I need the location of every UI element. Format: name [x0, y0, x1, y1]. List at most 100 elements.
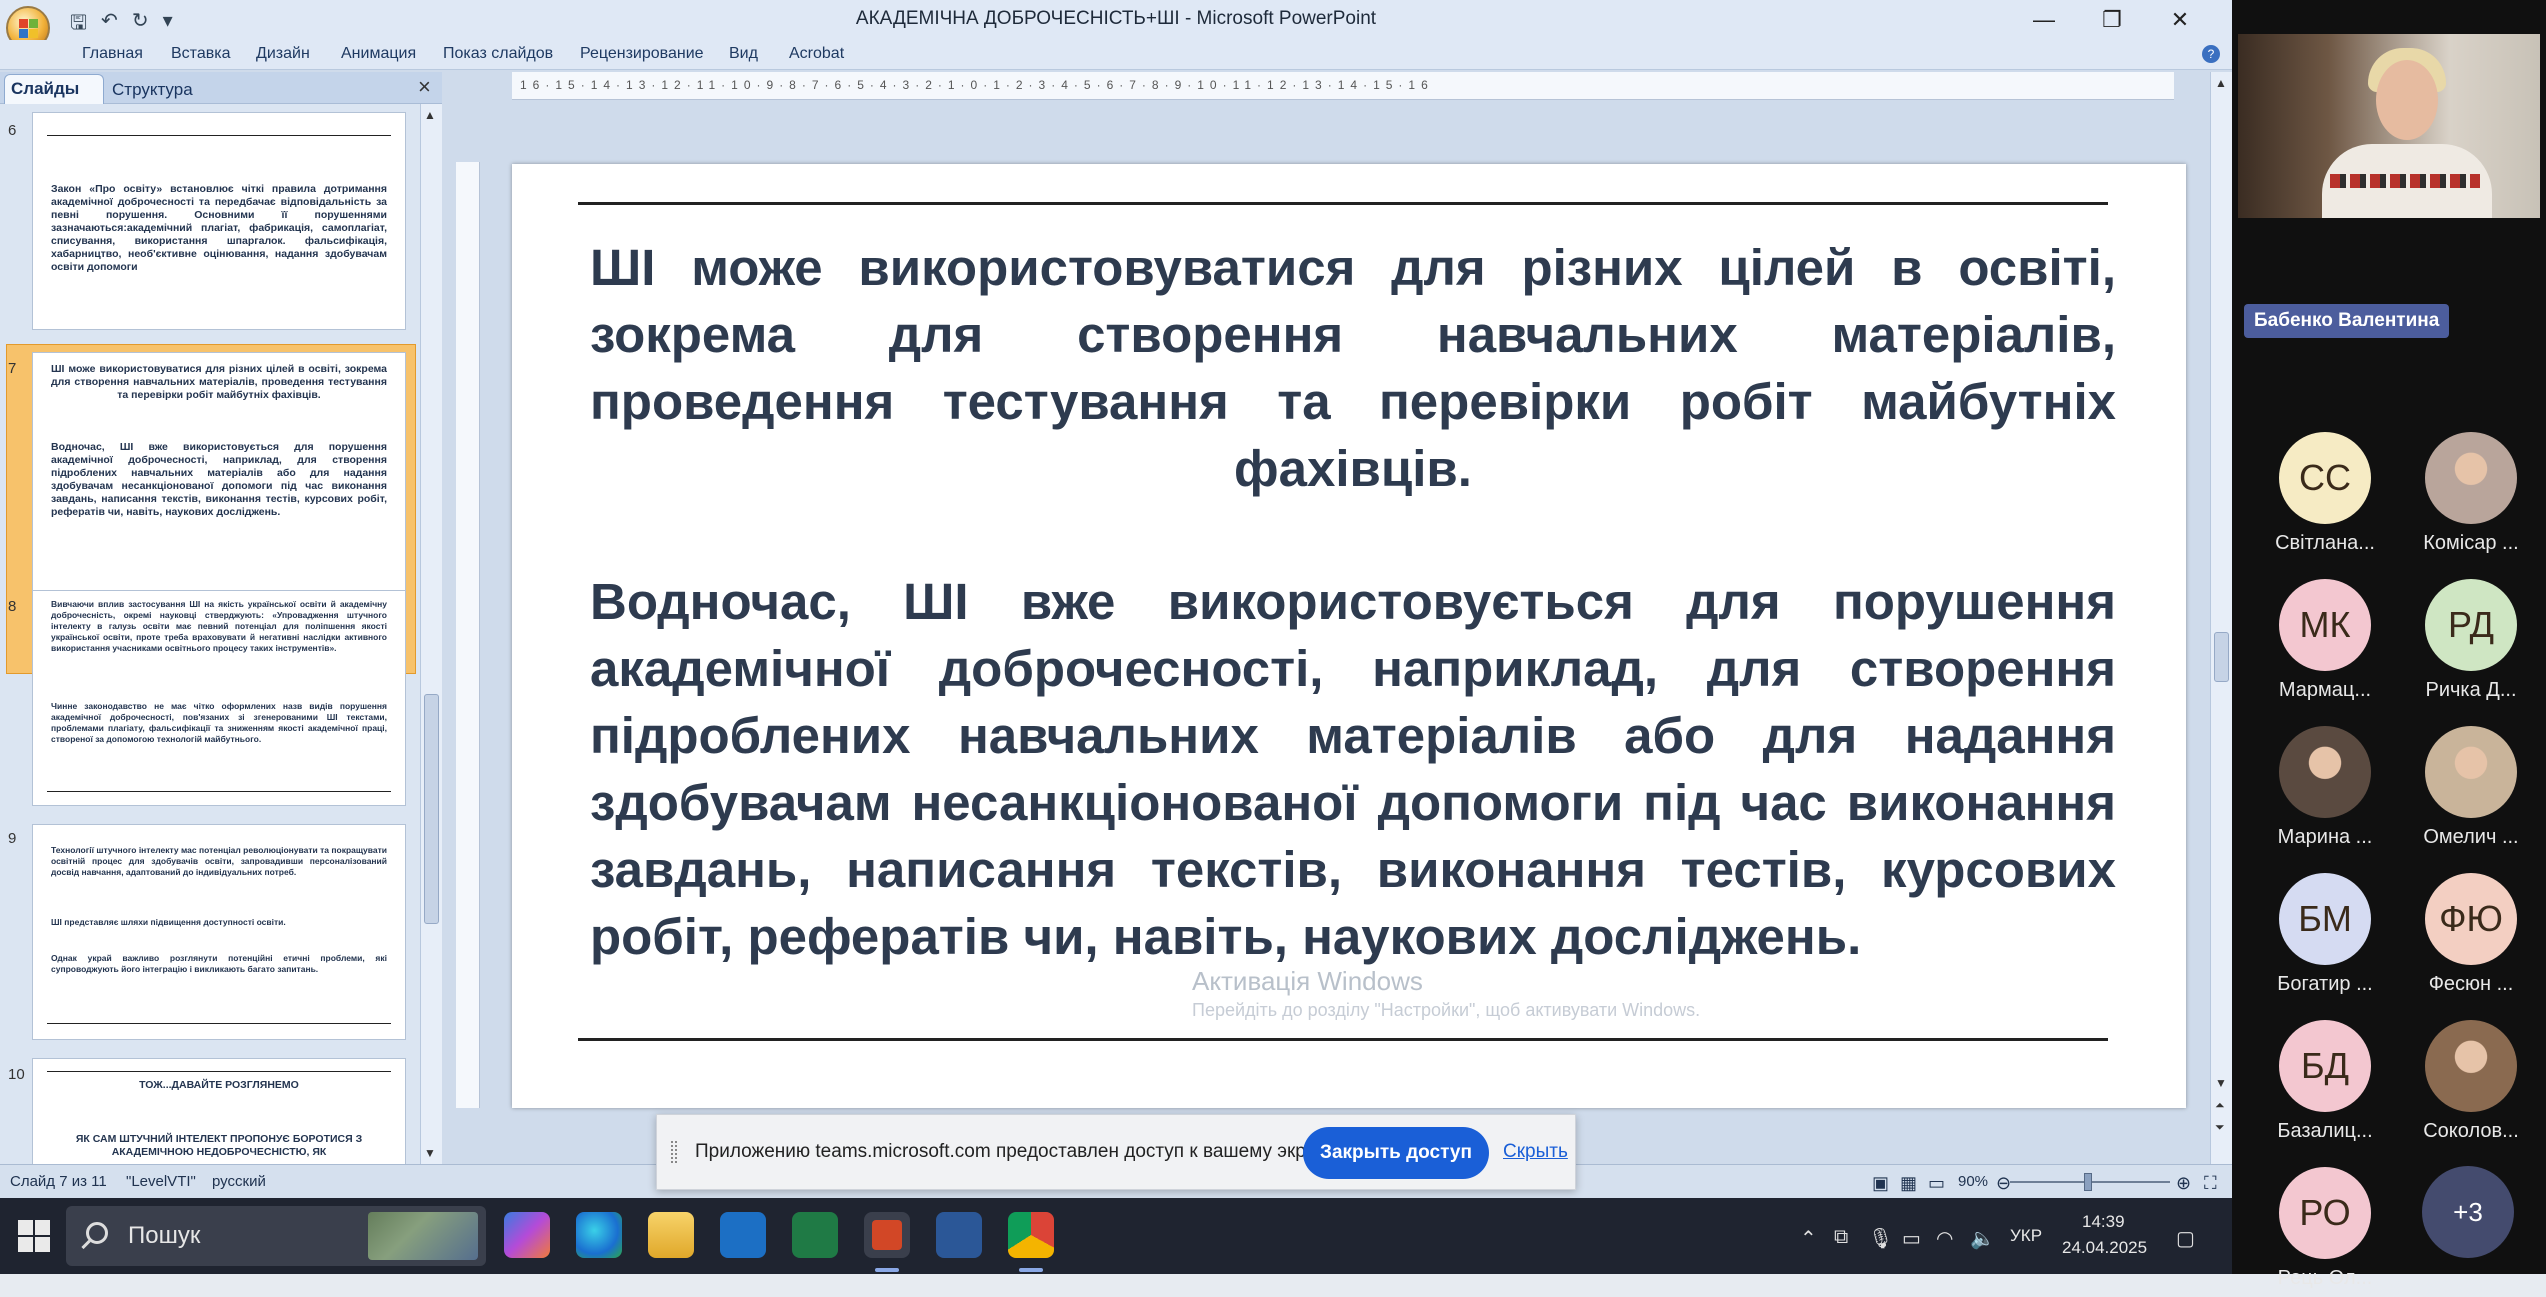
slide-paragraph-1[interactable]: ШІ може використовуватися для різних ціл…: [590, 234, 2116, 502]
tab-animation[interactable]: Анимация: [341, 45, 416, 63]
tab-outline[interactable]: Структура: [108, 76, 208, 104]
participant-tile[interactable]: РД Ричка Д...: [2396, 579, 2546, 709]
slide-scrollbar[interactable]: ▲ ▼ ⏶ ⏷: [2210, 72, 2232, 1164]
participant-tile[interactable]: РО Рець Ол...: [2250, 1167, 2400, 1297]
participant-tile[interactable]: Марина ...: [2250, 726, 2400, 856]
file-explorer-icon[interactable]: [648, 1212, 694, 1258]
search-highlight-image: [368, 1212, 478, 1260]
participant-tile[interactable]: Комісар ...: [2396, 432, 2546, 562]
theme-name: "LevelVTI": [126, 1173, 196, 1190]
fit-to-window-icon[interactable]: ⛶: [2204, 1173, 2217, 1194]
office-logo-yellow: [29, 29, 38, 38]
pane-tabs: Слайды Структура ×: [0, 72, 442, 104]
zoom-level[interactable]: 90%: [1958, 1173, 1988, 1190]
meet-now-icon[interactable]: ⧉: [1834, 1226, 1848, 1249]
close-button[interactable]: ✕: [2146, 2, 2214, 38]
next-slide-icon[interactable]: ⏷: [2215, 1120, 2225, 1135]
input-language[interactable]: УКР: [2010, 1226, 2042, 1246]
network-icon[interactable]: ◠: [1936, 1226, 1953, 1251]
share-banner-text: Приложению teams.microsoft.com предостав…: [695, 1141, 1340, 1162]
participant-avatar: БД: [2279, 1020, 2371, 1112]
participant-tile[interactable]: БД Базалиц...: [2250, 1020, 2400, 1150]
hide-banner-link[interactable]: Скрыть: [1503, 1141, 1568, 1163]
powerpoint-window: 🖫 ↶ ↻ ▾ АКАДЕМІЧНА ДОБРОЧЕСНІСТЬ+ШІ - Mi…: [0, 0, 2232, 1198]
thumbnail-text-2: ЯК САМ ШТУЧНИЙ ІНТЕЛЕКТ ПРОПОНУЄ БОРОТИС…: [75, 1133, 363, 1158]
microphone-icon[interactable]: 🎙: [1868, 1226, 1893, 1251]
participant-name: Марина ...: [2277, 826, 2373, 848]
normal-view-icon[interactable]: ▣: [1872, 1173, 1889, 1194]
edge-icon[interactable]: [576, 1212, 622, 1258]
participant-tile[interactable]: МК Мармац...: [2250, 579, 2400, 709]
chevron-up-icon[interactable]: ⌃: [1800, 1226, 1817, 1251]
excel-icon[interactable]: [792, 1212, 838, 1258]
slide-thumbnail-8[interactable]: Вивчаючи вплив застосування ШІ на якість…: [32, 590, 406, 806]
participant-name: Комісар ...: [2423, 532, 2519, 554]
slide-sorter-icon[interactable]: ▦: [1900, 1173, 1917, 1194]
copilot-icon[interactable]: [504, 1212, 550, 1258]
zoom-out-icon[interactable]: ⊖: [1996, 1173, 2011, 1194]
thumbnail-number: 9: [8, 830, 17, 847]
participant-name: Фесюн ...: [2428, 973, 2514, 995]
scroll-down-icon[interactable]: ▼: [424, 1146, 436, 1160]
scroll-down-icon[interactable]: ▼: [2215, 1076, 2227, 1090]
scroll-thumb[interactable]: [2214, 632, 2229, 682]
thumbnail-text: ТОЖ...ДАВАЙТЕ РОЗГЛЯНЕМО: [139, 1079, 299, 1091]
slide-paragraph-2[interactable]: Водночас, ШІ вже використовується для по…: [590, 568, 2116, 970]
thumbnail-number: 6: [8, 122, 17, 139]
tab-view[interactable]: Вид: [729, 45, 758, 63]
title-bar: 🖫 ↶ ↻ ▾ АКАДЕМІЧНА ДОБРОЧЕСНІСТЬ+ШІ - Mi…: [0, 0, 2232, 50]
scroll-up-icon[interactable]: ▲: [2215, 76, 2227, 90]
thumbnail-number: 8: [8, 598, 17, 615]
outlook-icon[interactable]: [720, 1212, 766, 1258]
tab-slideshow[interactable]: Показ слайдов: [443, 45, 553, 63]
stop-sharing-button[interactable]: Закрыть доступ: [1303, 1127, 1489, 1179]
participant-name: Мармац...: [2278, 679, 2372, 701]
participant-tile[interactable]: СС Світлана...: [2250, 432, 2400, 562]
zoom-in-icon[interactable]: ⊕: [2176, 1173, 2191, 1194]
restore-button[interactable]: ❐: [2078, 2, 2146, 38]
slide-thumbnail-10[interactable]: ТОЖ...ДАВАЙТЕ РОЗГЛЯНЕМО ЯК САМ ШТУЧНИЙ …: [32, 1058, 406, 1164]
tab-home[interactable]: Главная: [82, 45, 143, 63]
thumbnail-text: ШІ може використовуватися для різних ціл…: [51, 363, 387, 401]
participant-name: Базалиц...: [2277, 1120, 2373, 1142]
slideshow-icon[interactable]: ▭: [1928, 1173, 1945, 1194]
participant-tile[interactable]: Соколов...: [2396, 1020, 2546, 1150]
slides-pane-scrollbar[interactable]: ▲ ▼: [420, 104, 442, 1164]
participant-avatar: ФЮ: [2425, 873, 2517, 965]
presenter-video[interactable]: [2238, 34, 2540, 218]
help-icon[interactable]: ?: [2202, 45, 2220, 63]
tab-design[interactable]: Дизайн: [256, 45, 310, 63]
tab-acrobat[interactable]: Acrobat: [789, 45, 844, 63]
previous-slide-icon[interactable]: ⏶: [2215, 1098, 2225, 1113]
thumbnail-text: Закон «Про освіту» встановлює чіткі прав…: [51, 183, 387, 273]
notifications-icon[interactable]: ▢: [2176, 1226, 2195, 1251]
participant-photo: [2425, 1020, 2517, 1112]
slide-thumbnail-6[interactable]: Закон «Про освіту» встановлює чіткі прав…: [32, 112, 406, 330]
word-icon[interactable]: [936, 1212, 982, 1258]
tab-slides[interactable]: Слайды: [4, 74, 104, 104]
windows-start-icon[interactable]: [18, 1220, 50, 1252]
taskbar-search[interactable]: Пошук: [66, 1206, 486, 1266]
clock-time[interactable]: 14:39: [2082, 1212, 2125, 1232]
close-icon[interactable]: ×: [418, 74, 431, 100]
scroll-up-icon[interactable]: ▲: [424, 108, 436, 122]
chrome-icon[interactable]: [1008, 1212, 1054, 1258]
clock-date[interactable]: 24.04.2025: [2062, 1238, 2147, 1258]
participant-tile[interactable]: БМ Богатир ...: [2250, 873, 2400, 1003]
language-indicator[interactable]: русский: [212, 1173, 266, 1190]
participant-tile[interactable]: Омелич ...: [2396, 726, 2546, 856]
drag-handle-icon[interactable]: [671, 1141, 677, 1163]
minimize-button[interactable]: —: [2010, 2, 2078, 38]
participant-avatar: РД: [2425, 579, 2517, 671]
tab-review[interactable]: Рецензирование: [580, 45, 704, 63]
participant-photo: [2279, 726, 2371, 818]
zoom-slider-knob[interactable]: [2084, 1173, 2092, 1191]
more-participants-button[interactable]: +3: [2422, 1166, 2514, 1258]
scroll-thumb[interactable]: [424, 694, 439, 924]
participant-tile[interactable]: ФЮ Фесюн ...: [2396, 873, 2546, 1003]
slide-thumbnail-9[interactable]: Технології штучного інтелекту мас потенц…: [32, 824, 406, 1040]
tab-insert[interactable]: Вставка: [171, 45, 230, 63]
powerpoint-taskbar-button[interactable]: [864, 1212, 910, 1258]
volume-icon[interactable]: 🔈: [1970, 1226, 1995, 1251]
battery-icon[interactable]: ▭: [1902, 1226, 1921, 1251]
